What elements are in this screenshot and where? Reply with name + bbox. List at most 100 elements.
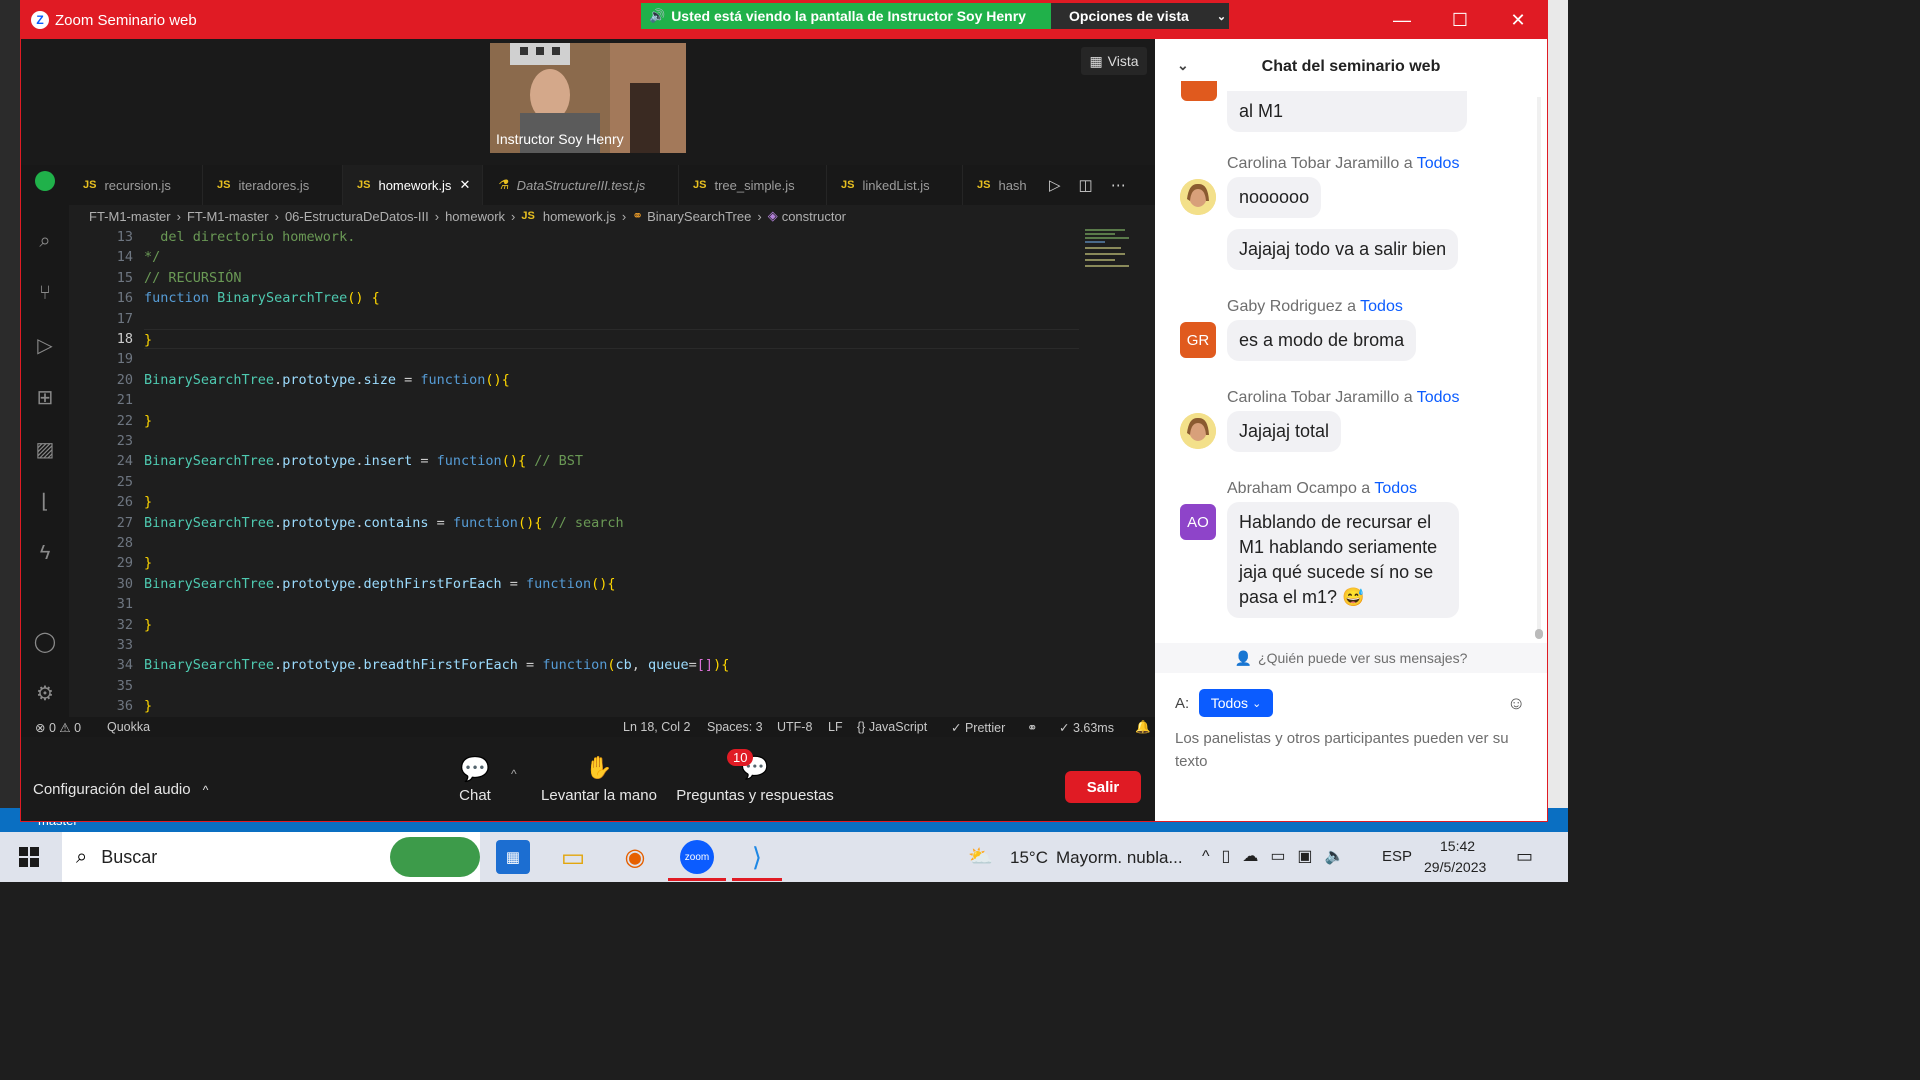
line-number: 18 xyxy=(116,331,133,347)
taskbar-search[interactable]: ⌕ Buscar xyxy=(62,832,480,882)
code-editor[interactable]: 13 14 15 16 17 18 19 20 21 22 23 24 25 2… xyxy=(69,227,1079,721)
shared-screen: Instructor Soy Henry ▦ Vista ⌕ ⑂ ▷ ⊞ ▨ ⌊… xyxy=(21,39,1155,737)
weather-temp[interactable]: 15°C xyxy=(1010,848,1048,868)
line-number: 25 xyxy=(116,473,133,490)
line-number: 30 xyxy=(116,575,133,592)
crumb[interactable]: constructor xyxy=(782,209,846,224)
crumb[interactable]: homework.js xyxy=(543,209,616,224)
chat-scrollbar-thumb[interactable] xyxy=(1535,629,1543,639)
grid-icon: ▦ xyxy=(1089,52,1103,69)
indentation-status[interactable]: Spaces: 3 xyxy=(707,720,763,734)
run-icon[interactable]: ▷ xyxy=(1049,176,1061,194)
stairs-icon[interactable]: ⌊ xyxy=(31,487,59,515)
cursor-position[interactable]: Ln 18, Col 2 xyxy=(623,720,690,734)
crumb[interactable]: homework xyxy=(445,209,505,224)
avatar-photo xyxy=(1180,179,1216,215)
code-line: del directorio homework. xyxy=(144,229,356,245)
avatar-photo xyxy=(1180,413,1216,449)
encoding-status[interactable]: UTF-8 xyxy=(777,720,812,734)
chat-options-chevron-icon[interactable]: ^ xyxy=(511,767,517,781)
code-line-current: } xyxy=(144,329,1079,350)
problems-indicator[interactable]: ⊗ 0 ⚠ 0 xyxy=(35,720,81,735)
viewing-banner-text: Usted está viendo la pantalla de Instruc… xyxy=(671,8,1026,24)
audio-settings-button[interactable]: Configuración del audio ^ xyxy=(33,781,208,798)
store-icon[interactable]: ▦ xyxy=(496,840,530,874)
vista-button[interactable]: ▦ Vista xyxy=(1081,47,1147,75)
firefox-icon[interactable]: ◉ xyxy=(618,840,652,874)
recipient-dropdown[interactable]: Todos ⌄ xyxy=(1199,689,1273,717)
chat-input[interactable]: Los panelistas y otros participantes pue… xyxy=(1175,727,1535,773)
tab-datastructure-test[interactable]: ⚗ DataStructureIII.test.js xyxy=(483,165,679,205)
run-debug-icon[interactable]: ▷ xyxy=(31,331,59,359)
more-actions-icon[interactable]: ⋯ xyxy=(1111,176,1126,194)
qa-button[interactable]: 💬 10 Preguntas y respuestas xyxy=(675,749,835,804)
image-icon[interactable]: ▨ xyxy=(31,435,59,463)
raise-hand-button[interactable]: ✋ Levantar la mano xyxy=(539,755,659,804)
minimize-button[interactable]: — xyxy=(1373,1,1431,39)
tab-linkedlist[interactable]: JS linkedList.js xyxy=(827,165,963,205)
chat-scrollbar[interactable] xyxy=(1537,97,1541,637)
message-sender: Gaby Rodriguez a Todos xyxy=(1227,298,1403,315)
line-number: 26 xyxy=(116,494,133,511)
js-file-icon: JS xyxy=(357,179,371,191)
live-share-icon[interactable]: ⚭ xyxy=(1027,720,1037,735)
tab-hash[interactable]: JS hash xyxy=(963,165,1043,205)
tab-label: DataStructureIII.test.js xyxy=(516,177,646,193)
code-line: BinarySearchTree.prototype.breadthFirstF… xyxy=(144,657,730,674)
lightning-icon[interactable]: ϟ xyxy=(31,539,59,567)
language-indicator[interactable]: ESP xyxy=(1382,848,1412,865)
vista-label: Vista xyxy=(1107,53,1139,69)
close-tab-icon[interactable]: ✕ xyxy=(459,177,470,193)
leave-button[interactable]: Salir xyxy=(1065,771,1141,803)
tab-homework[interactable]: JS homework.js ✕ xyxy=(343,165,483,205)
notifications-icon[interactable]: 🔔 xyxy=(1135,720,1151,735)
who-can-see-label: ¿Quién puede ver sus mensajes? xyxy=(1258,650,1468,666)
crumb[interactable]: FT-M1-master xyxy=(89,209,171,224)
tab-recursion[interactable]: JS recursion.js xyxy=(69,165,203,205)
zoom-app-icon[interactable]: zoom xyxy=(680,840,714,874)
emoji-icon[interactable]: ☺ xyxy=(1507,693,1525,714)
active-app-indicator xyxy=(668,878,726,881)
windows-start-icon[interactable] xyxy=(12,840,46,874)
tray-icons[interactable]: ^▯☁▭▣🔈 xyxy=(1202,846,1356,866)
chat-message-bubble: al M1 xyxy=(1227,91,1467,132)
speaker-icon: 🔊 xyxy=(649,8,666,23)
weather-desc[interactable]: Mayorm. nubla... xyxy=(1056,848,1183,868)
vscode-icon[interactable]: ⟩ xyxy=(740,840,774,874)
eol-status[interactable]: LF xyxy=(828,720,843,734)
notification-center-icon[interactable]: ▭ xyxy=(1516,846,1533,867)
view-options-button[interactable]: Opciones de vista ⌄ xyxy=(1051,3,1229,29)
window-title: Zoom Seminario web xyxy=(55,11,197,29)
folder-icon[interactable]: ▭ xyxy=(556,840,590,874)
cube-icon: ◈ xyxy=(767,208,778,223)
js-file-icon: JS xyxy=(521,210,535,222)
crumb[interactable]: 06-EstructuraDeDatos-III xyxy=(285,209,429,224)
tab-iteradores[interactable]: JS iteradores.js xyxy=(203,165,343,205)
clock-date[interactable]: 29/5/2023 xyxy=(1424,859,1486,875)
chevron-down-icon: ⌄ xyxy=(1216,10,1227,23)
line-number: 19 xyxy=(116,351,133,368)
settings-gear-icon[interactable]: ⚙ xyxy=(31,679,59,707)
vscode-window: ⌕ ⑂ ▷ ⊞ ▨ ⌊ ϟ ◯ ⚙ JS recursion.js JS itera… xyxy=(21,165,1155,737)
timing-status[interactable]: ✓ 3.63ms xyxy=(1059,720,1114,735)
extensions-icon[interactable]: ⊞ xyxy=(31,383,59,411)
crumb[interactable]: FT-M1-master xyxy=(187,209,269,224)
crumb[interactable]: BinarySearchTree xyxy=(647,209,751,224)
tab-tree-simple[interactable]: JS tree_simple.js xyxy=(679,165,827,205)
line-number: 14 xyxy=(116,249,133,266)
split-editor-icon[interactable]: ◫ xyxy=(1079,176,1093,194)
account-icon[interactable]: ◯ xyxy=(31,627,59,655)
line-number: 24 xyxy=(116,453,133,470)
language-status[interactable]: {} JavaScript xyxy=(857,720,927,734)
quokka-status[interactable]: Quokka xyxy=(107,720,150,734)
chat-button[interactable]: 💬 Chat xyxy=(451,755,499,804)
close-button[interactable]: ✕ xyxy=(1489,1,1547,39)
clock-time[interactable]: 15:42 xyxy=(1440,838,1475,854)
who-can-see-link[interactable]: 👤 ¿Quién puede ver sus mensajes? xyxy=(1155,643,1547,673)
search-icon[interactable]: ⌕ xyxy=(31,227,59,255)
code-line: } xyxy=(144,494,153,511)
collapse-chevron-icon[interactable]: ⌄ xyxy=(1177,57,1189,74)
maximize-button[interactable]: ☐ xyxy=(1431,1,1489,39)
prettier-status[interactable]: ✓ Prettier xyxy=(951,720,1005,735)
source-control-icon[interactable]: ⑂ xyxy=(31,279,59,307)
